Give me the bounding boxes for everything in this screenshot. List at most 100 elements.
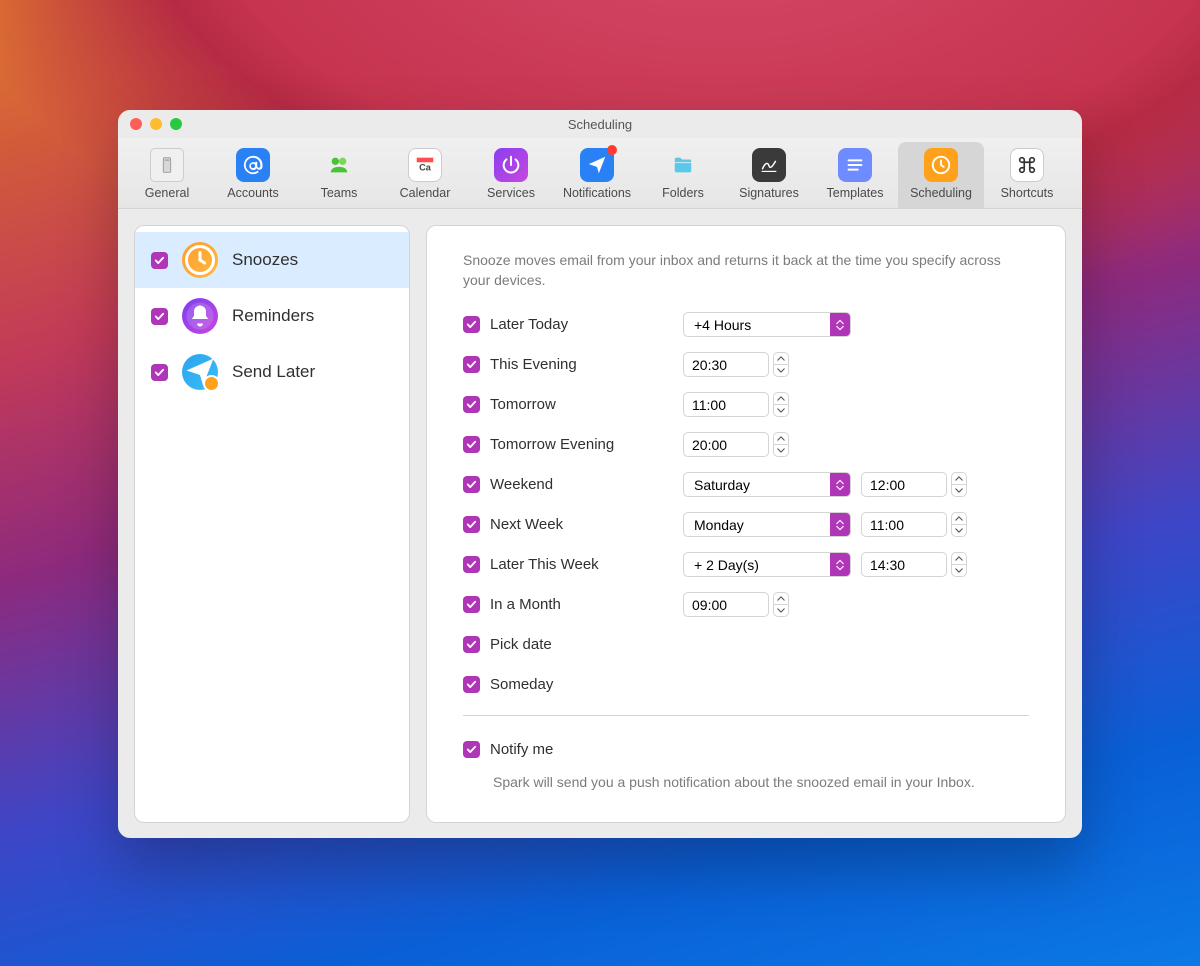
row-later-this-week: Later This Week + 2 Day(s) 14:30 <box>463 545 1029 585</box>
tab-label: Scheduling <box>910 186 972 200</box>
weekend-checkbox[interactable] <box>463 476 480 493</box>
row-pick-date: Pick date <box>463 625 1029 665</box>
weekend-time-field[interactable]: 12:00 <box>861 472 947 497</box>
row-in-a-month: In a Month 09:00 <box>463 585 1029 625</box>
separator <box>463 715 1029 716</box>
time-value: 11:00 <box>692 397 726 413</box>
later-today-offset-popup[interactable]: +4 Hours <box>683 312 851 337</box>
tab-teams[interactable]: Teams <box>296 142 382 208</box>
tab-label: Calendar <box>400 186 451 200</box>
row-weekend: Weekend Saturday 12:00 <box>463 465 1029 505</box>
chevron-updown-icon <box>830 553 850 576</box>
tab-notifications[interactable]: Notifications <box>554 142 640 208</box>
time-stepper[interactable] <box>951 512 967 537</box>
tomorrow-evening-time-field[interactable]: 20:00 <box>683 432 769 457</box>
at-icon <box>236 148 270 182</box>
time-value: 09:00 <box>692 597 727 613</box>
time-stepper[interactable] <box>951 552 967 577</box>
tab-signatures[interactable]: Signatures <box>726 142 812 208</box>
row-later-today: Later Today +4 Hours <box>463 305 1029 345</box>
sidebar-item-label: Reminders <box>232 306 314 326</box>
svg-text:Ca: Ca <box>419 163 432 173</box>
next-week-time-field[interactable]: 11:00 <box>861 512 947 537</box>
sidebar-item-snoozes[interactable]: Snoozes <box>135 232 409 288</box>
later-this-week-offset-popup[interactable]: + 2 Day(s) <box>683 552 851 577</box>
row-label: Next Week <box>490 516 563 533</box>
this-evening-checkbox[interactable] <box>463 356 480 373</box>
this-evening-time-field[interactable]: 20:30 <box>683 352 769 377</box>
templates-icon <box>838 148 872 182</box>
row-label: In a Month <box>490 596 561 613</box>
tab-folders[interactable]: Folders <box>640 142 726 208</box>
snoozes-checkbox[interactable] <box>151 252 168 269</box>
signature-icon <box>752 148 786 182</box>
in-a-month-checkbox[interactable] <box>463 596 480 613</box>
tab-label: Teams <box>321 186 358 200</box>
later-this-week-time-field[interactable]: 14:30 <box>861 552 947 577</box>
power-icon <box>494 148 528 182</box>
in-a-month-time-field[interactable]: 09:00 <box>683 592 769 617</box>
tomorrow-checkbox[interactable] <box>463 396 480 413</box>
time-stepper[interactable] <box>773 392 789 417</box>
row-tomorrow: Tomorrow 11:00 <box>463 385 1029 425</box>
next-week-day-popup[interactable]: Monday <box>683 512 851 537</box>
sidebar-item-sendlater[interactable]: Send Later <box>135 344 409 400</box>
tab-label: Folders <box>662 186 704 200</box>
next-week-checkbox[interactable] <box>463 516 480 533</box>
tab-services[interactable]: Services <box>468 142 554 208</box>
general-icon <box>150 148 184 182</box>
time-value: 11:00 <box>870 517 904 533</box>
sidebar-item-reminders[interactable]: Reminders <box>135 288 409 344</box>
traffic-lights <box>130 118 182 130</box>
time-value: 20:30 <box>692 357 727 373</box>
popup-value: + 2 Day(s) <box>694 557 759 573</box>
row-label: This Evening <box>490 356 577 373</box>
tab-label: Services <box>487 186 535 200</box>
later-today-checkbox[interactable] <box>463 316 480 333</box>
zoom-button[interactable] <box>170 118 182 130</box>
someday-checkbox[interactable] <box>463 676 480 693</box>
row-label: Later Today <box>490 316 568 333</box>
pick-date-checkbox[interactable] <box>463 636 480 653</box>
tab-templates[interactable]: Templates <box>812 142 898 208</box>
titlebar: Scheduling <box>118 110 1082 138</box>
chevron-updown-icon <box>830 513 850 536</box>
row-label: Pick date <box>490 636 552 653</box>
tab-accounts[interactable]: Accounts <box>210 142 296 208</box>
later-this-week-checkbox[interactable] <box>463 556 480 573</box>
teams-icon <box>322 148 356 182</box>
preferences-window: Scheduling General Accounts Teams Ca Cal… <box>118 110 1082 838</box>
tab-label: Notifications <box>563 186 631 200</box>
weekend-day-popup[interactable]: Saturday <box>683 472 851 497</box>
tomorrow-evening-checkbox[interactable] <box>463 436 480 453</box>
time-stepper[interactable] <box>951 472 967 497</box>
time-stepper[interactable] <box>773 352 789 377</box>
time-stepper[interactable] <box>773 592 789 617</box>
chevron-updown-icon <box>830 313 850 336</box>
row-label: Later This Week <box>490 556 599 573</box>
chevron-updown-icon <box>830 473 850 496</box>
reminders-checkbox[interactable] <box>151 308 168 325</box>
row-this-evening: This Evening 20:30 <box>463 345 1029 385</box>
minimize-button[interactable] <box>150 118 162 130</box>
tab-shortcuts[interactable]: Shortcuts <box>984 142 1070 208</box>
tab-scheduling[interactable]: Scheduling <box>898 142 984 208</box>
row-label: Tomorrow Evening <box>490 436 614 453</box>
time-value: 14:30 <box>870 557 905 573</box>
row-notify-me: Notify me <box>463 730 1029 770</box>
notify-me-checkbox[interactable] <box>463 741 480 758</box>
command-icon <box>1010 148 1044 182</box>
time-stepper[interactable] <box>773 432 789 457</box>
tomorrow-time-field[interactable]: 11:00 <box>683 392 769 417</box>
row-label: Someday <box>490 676 553 693</box>
popup-value: +4 Hours <box>694 317 751 333</box>
snoozes-description: Snooze moves email from your inbox and r… <box>463 250 1029 291</box>
clock-icon <box>924 148 958 182</box>
notify-hint: Spark will send you a push notification … <box>493 774 1029 790</box>
sendlater-checkbox[interactable] <box>151 364 168 381</box>
row-label: Notify me <box>490 741 553 758</box>
close-button[interactable] <box>130 118 142 130</box>
sidebar-item-label: Snoozes <box>232 250 298 270</box>
notification-badge <box>607 145 617 155</box>
tab-calendar[interactable]: Ca Calendar <box>382 142 468 208</box>
